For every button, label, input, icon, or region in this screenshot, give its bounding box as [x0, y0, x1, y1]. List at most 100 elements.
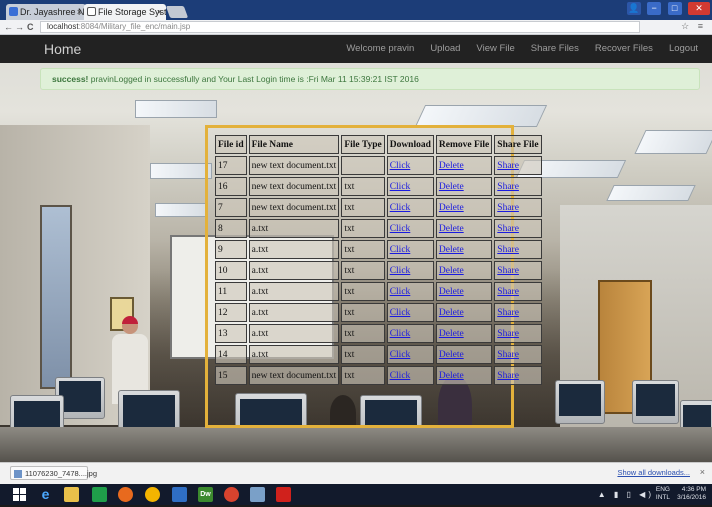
table-cell: Click — [386, 177, 434, 196]
table-cell: Share — [494, 282, 542, 301]
address-bar[interactable]: localhost:8084/Military_file_enc/main.js… — [40, 21, 640, 33]
paint-icon[interactable] — [250, 487, 265, 502]
download-link[interactable]: Click — [390, 224, 411, 234]
cell-file-name: new text document.txt — [248, 198, 340, 217]
new-tab-button[interactable] — [165, 6, 189, 18]
share-link[interactable]: Share — [497, 203, 519, 213]
download-item[interactable]: 11076230_7478....jpg — [10, 466, 97, 480]
share-link[interactable]: Share — [497, 287, 519, 297]
cell-file-id: 7 — [215, 198, 247, 217]
table-cell: Delete — [435, 177, 493, 196]
browser-toolbar: ← → C localhost:8084/Military_file_enc/m… — [0, 20, 712, 35]
firefox-icon[interactable] — [118, 487, 133, 502]
chrome-icon[interactable] — [145, 487, 160, 502]
browser-menu-icons[interactable]: ☆ ≡ — [681, 21, 706, 32]
cell-file-id: 15 — [215, 366, 247, 385]
minimize-button[interactable]: − — [647, 2, 662, 15]
table-cell: Share — [494, 324, 542, 343]
download-link[interactable]: Click — [390, 245, 411, 255]
share-link[interactable]: Share — [497, 350, 519, 360]
download-link[interactable]: Click — [390, 371, 411, 381]
share-link[interactable]: Share — [497, 266, 519, 276]
cell-file-type: txt — [341, 240, 385, 259]
delete-link[interactable]: Delete — [439, 161, 464, 171]
table-cell: Delete — [435, 198, 493, 217]
download-link[interactable]: Click — [390, 161, 411, 171]
table-cell: Click — [386, 261, 434, 280]
clock[interactable]: 4:36 PM 3/16/2016 — [677, 486, 706, 502]
header-file-type: File Type — [341, 135, 385, 154]
windows-taskbar: e Dw ▲ ▮ ▯ ◀) ENG INTL 4:36 PM 3/16/2016 — [0, 484, 712, 505]
share-link[interactable]: Share — [497, 329, 519, 339]
maximize-button[interactable]: □ — [667, 2, 682, 15]
internet-explorer-icon[interactable]: e — [38, 487, 53, 502]
tab-close-icon[interactable]: × — [157, 4, 162, 20]
download-bar: 11076230_7478....jpg Show all downloads.… — [0, 462, 712, 484]
dreamweaver-icon[interactable]: Dw — [198, 487, 213, 502]
table-cell: Click — [386, 198, 434, 217]
download-link[interactable]: Click — [390, 308, 411, 318]
tab-favicon-icon — [87, 7, 96, 16]
share-link[interactable]: Share — [497, 224, 519, 234]
delete-link[interactable]: Delete — [439, 371, 464, 381]
nav-welcome[interactable]: Welcome pravin — [346, 35, 414, 63]
delete-link[interactable]: Delete — [439, 329, 464, 339]
file-explorer-icon[interactable] — [64, 487, 79, 502]
delete-link[interactable]: Delete — [439, 287, 464, 297]
download-link[interactable]: Click — [390, 350, 411, 360]
delete-link[interactable]: Delete — [439, 245, 464, 255]
table-cell: Click — [386, 366, 434, 385]
share-link[interactable]: Share — [497, 182, 519, 192]
nav-upload[interactable]: Upload — [430, 35, 460, 63]
cell-file-id: 8 — [215, 219, 247, 238]
delete-link[interactable]: Delete — [439, 182, 464, 192]
windows-start-icon[interactable] — [12, 487, 27, 502]
nav-recover-files[interactable]: Recover Files — [595, 35, 653, 63]
tab-close-icon[interactable]: × — [77, 4, 82, 20]
delete-link[interactable]: Delete — [439, 308, 464, 318]
acrobat-icon[interactable] — [276, 487, 291, 502]
download-link[interactable]: Click — [390, 287, 411, 297]
back-button[interactable]: ← — [4, 21, 13, 33]
nav-view-file[interactable]: View File — [476, 35, 514, 63]
file-table-container: File id File Name File Type Download Rem… — [205, 125, 542, 428]
background-monitor — [632, 380, 679, 424]
language-indicator[interactable]: ENG INTL — [656, 486, 670, 502]
ceiling-light — [414, 105, 548, 127]
brand-home-link[interactable]: Home — [44, 39, 81, 59]
nav-share-files[interactable]: Share Files — [531, 35, 579, 63]
forward-button[interactable]: → — [15, 21, 24, 33]
user-profile-icon[interactable]: 👤 — [626, 2, 641, 15]
delete-link[interactable]: Delete — [439, 224, 464, 234]
cell-file-name: new text document.txt — [248, 177, 340, 196]
tab-file-storage-system[interactable]: File Storage System × — [84, 4, 166, 20]
share-link[interactable]: Share — [497, 371, 519, 381]
download-link[interactable]: Click — [390, 182, 411, 192]
windows-store-icon[interactable] — [92, 487, 107, 502]
download-link[interactable]: Click — [390, 329, 411, 339]
nav-logout[interactable]: Logout — [669, 35, 698, 63]
headphones-app-icon[interactable] — [224, 487, 239, 502]
delete-link[interactable]: Delete — [439, 203, 464, 213]
table-cell: Share — [494, 219, 542, 238]
share-link[interactable]: Share — [497, 245, 519, 255]
close-download-bar-icon[interactable]: × — [700, 467, 705, 477]
download-link[interactable]: Click — [390, 203, 411, 213]
close-window-button[interactable]: ✕ — [688, 2, 710, 15]
window-controls: 👤 − □ ✕ — [625, 2, 710, 16]
download-link[interactable]: Click — [390, 266, 411, 276]
reload-button[interactable]: C — [27, 21, 34, 33]
table-cell: Click — [386, 345, 434, 364]
system-tray-icons[interactable]: ▲ ▮ ▯ ◀) — [598, 490, 654, 499]
share-link[interactable]: Share — [497, 161, 519, 171]
ceiling-light — [606, 185, 696, 201]
show-all-downloads-link[interactable]: Show all downloads... — [617, 468, 690, 477]
table-cell: Click — [386, 219, 434, 238]
delete-link[interactable]: Delete — [439, 350, 464, 360]
cell-file-name: a.txt — [248, 219, 340, 238]
netbeans-icon[interactable] — [172, 487, 187, 502]
cell-file-name: a.txt — [248, 345, 340, 364]
tab-dr-jayashree[interactable]: Dr. Jayashree Nagesh × — [6, 4, 86, 20]
delete-link[interactable]: Delete — [439, 266, 464, 276]
share-link[interactable]: Share — [497, 308, 519, 318]
